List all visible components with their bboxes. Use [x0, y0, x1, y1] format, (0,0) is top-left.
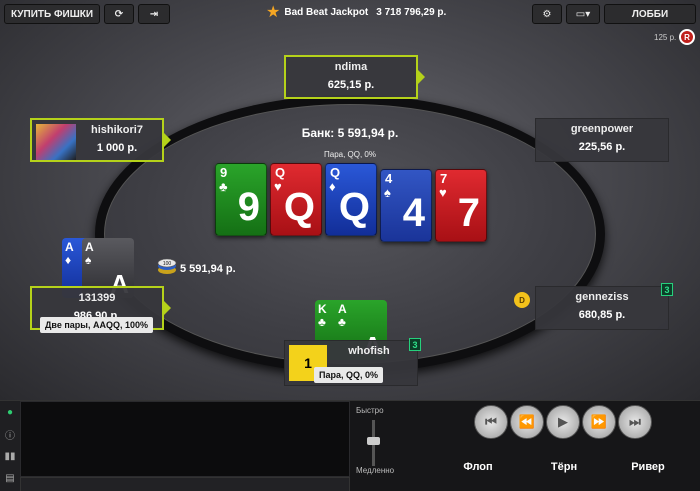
- info-icon[interactable]: ⓘ: [0, 423, 20, 445]
- board-card-4: 4 ♠ 4: [380, 169, 432, 242]
- player-name: greenpower: [570, 123, 634, 135]
- chip-stack-icon: 100: [157, 258, 177, 274]
- hand-strength-label: Пара, QQ, 0%: [314, 367, 383, 383]
- seat-genneziss[interactable]: genneziss 680,85 р.: [535, 286, 669, 330]
- seat-greenpower[interactable]: greenpower 225,56 р.: [535, 118, 669, 162]
- exit-table-icon[interactable]: ⇥: [138, 4, 170, 24]
- speed-slow-label: Медленно: [356, 466, 395, 475]
- table-count-badge: 3: [661, 283, 673, 296]
- svg-text:100: 100: [163, 261, 172, 267]
- board-card-2: Q ♥ Q: [270, 163, 322, 236]
- lobby-button[interactable]: ЛОББИ: [604, 4, 696, 24]
- chat-input[interactable]: [20, 477, 350, 491]
- jackpot-value: 3 718 796,29 р.: [376, 6, 447, 18]
- fast-forward-button[interactable]: ⏩: [582, 405, 616, 439]
- chat-icon[interactable]: ●: [0, 401, 20, 423]
- stake-label: 125 р.: [654, 33, 677, 42]
- buy-chips-button[interactable]: КУПИТЬ ФИШКИ: [4, 4, 100, 24]
- chat-sidebar: ● ⓘ ▮▮ ▤: [0, 401, 20, 491]
- player-stack: 680,85 р.: [578, 309, 626, 321]
- flop-button[interactable]: Флоп: [438, 455, 518, 479]
- player-stack: 625,15 р.: [327, 79, 375, 91]
- seat-ndima[interactable]: ndima 625,15 р.: [284, 55, 425, 99]
- player-name: whofish: [348, 345, 390, 357]
- player-name: genneziss: [575, 291, 629, 303]
- bet-amount: 5 591,94 р.: [180, 263, 236, 275]
- speed-slider-knob[interactable]: [367, 437, 380, 445]
- player-name: ndima: [334, 61, 368, 73]
- star-icon: ★: [266, 4, 281, 21]
- player-name: 131399: [78, 292, 116, 304]
- active-arrow-icon: [163, 132, 171, 148]
- turn-button[interactable]: Тёрн: [524, 455, 604, 479]
- play-button[interactable]: ▶: [546, 405, 580, 439]
- board-card-1: 9 ♣ 9: [215, 163, 267, 236]
- active-arrow-icon: [163, 300, 171, 316]
- table-count-badge: 3: [409, 338, 421, 351]
- player-stack: 1 000 р.: [96, 142, 138, 154]
- speed-fast-label: Быстро: [356, 406, 384, 415]
- jackpot-label: Bad Beat Jackpot: [284, 6, 369, 18]
- stats-icon[interactable]: ▮▮: [0, 445, 20, 467]
- player-name: hishikori7: [91, 124, 143, 136]
- notes-icon[interactable]: ▤: [0, 467, 20, 489]
- table-layout-icon[interactable]: ▭▾: [566, 4, 600, 24]
- rating-badge[interactable]: R: [679, 29, 695, 45]
- gear-icon[interactable]: ⚙: [532, 4, 562, 24]
- hand-strength-label: Две пары, AAQQ, 100%: [40, 317, 153, 333]
- last-frame-button[interactable]: ⏭: [618, 405, 652, 439]
- avatar: [36, 124, 76, 160]
- first-frame-button[interactable]: ⏮: [474, 405, 508, 439]
- river-button[interactable]: Ривер: [608, 455, 688, 479]
- poker-table-stage: КУПИТЬ ФИШКИ ⟳ ⇥ ★ Bad Beat Jackpot 3 71…: [0, 0, 700, 400]
- active-arrow-icon: [417, 69, 425, 85]
- dealer-button: D: [514, 292, 530, 308]
- seat-hishikori7[interactable]: hishikori7 1 000 р.: [30, 118, 171, 162]
- rewind-button[interactable]: ⏪: [510, 405, 544, 439]
- board-card-3: Q ♦ Q: [325, 163, 377, 236]
- board-card-5: 7 ♥ 7: [435, 169, 487, 242]
- chat-log[interactable]: [20, 401, 350, 477]
- jackpot-banner: ★ Bad Beat Jackpot 3 718 796,29 р.: [266, 2, 446, 22]
- player-stack: 225,56 р.: [578, 141, 626, 153]
- refresh-icon[interactable]: ⟳: [104, 4, 134, 24]
